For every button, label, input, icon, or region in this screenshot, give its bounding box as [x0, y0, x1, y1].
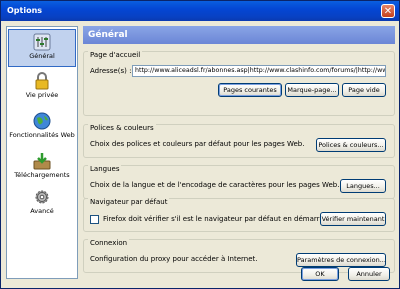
group-legend: Navigateur par défaut — [88, 198, 170, 206]
default-browser-group: Navigateur par défaut Firefox doit vérif… — [83, 198, 395, 232]
close-button[interactable]: ✕ — [381, 4, 395, 18]
options-window: Options ✕ Général Vie privée Fonctionnal… — [0, 0, 400, 289]
window-title: Options — [7, 6, 43, 15]
languages-group: Langues Choix de la langue et de l'encod… — [83, 165, 395, 199]
bookmark-button[interactable]: Marque-page... — [285, 83, 339, 97]
sidebar-item-label: Général — [29, 52, 55, 60]
close-icon: ✕ — [383, 6, 393, 17]
group-legend: Connexion — [88, 239, 130, 247]
homepage-address-field[interactable]: http://www.aliceadsl.fr/abonnes.asp|http… — [132, 65, 386, 77]
connection-description: Configuration du proxy pour accéder à In… — [90, 255, 258, 263]
default-browser-checkbox[interactable] — [90, 215, 99, 224]
sidebar-item-general[interactable]: Général — [8, 29, 76, 67]
group-legend: Polices & couleurs — [88, 124, 156, 132]
sidebar-item-label: Fonctionnalités Web — [9, 131, 75, 139]
use-current-pages-button[interactable]: Pages courantes — [218, 83, 282, 97]
group-legend: Langues — [88, 165, 122, 173]
title-bar[interactable]: Options ✕ — [1, 1, 399, 21]
fonts-description: Choix des polices et couleurs par défaut… — [90, 140, 305, 148]
fonts-colors-button[interactable]: Polices & couleurs... — [316, 138, 386, 152]
fonts-colors-group: Polices & couleurs Choix des polices et … — [83, 124, 395, 158]
sidebar-item-label: Avancé — [30, 207, 54, 215]
homepage-group: Page d'accueil Adresse(s) : http://www.a… — [83, 51, 395, 116]
sidebar-item-label: Vie privée — [25, 91, 59, 99]
connection-settings-button[interactable]: Paramètres de connexion... — [296, 253, 386, 267]
gears-icon — [35, 190, 49, 204]
default-browser-label: Firefox doit vérifier s'il est le naviga… — [103, 215, 334, 223]
sidebar-item-advanced[interactable]: Avancé — [8, 185, 76, 223]
languages-description: Choix de la langue et de l'encodage de c… — [90, 181, 340, 189]
main-panel: Général Page d'accueil Adresse(s) : http… — [83, 26, 395, 273]
page-title: Général — [83, 26, 395, 44]
sidebar: Général Vie privée Fonctionnalités Web T… — [6, 26, 78, 279]
cancel-button[interactable]: Annuler — [348, 267, 390, 281]
ok-button[interactable]: OK — [301, 267, 339, 281]
languages-button[interactable]: Langues... — [340, 179, 386, 193]
sidebar-item-downloads[interactable]: Téléchargements — [8, 149, 76, 187]
general-settings-icon — [33, 33, 51, 51]
globe-icon — [33, 112, 51, 130]
group-legend: Page d'accueil — [88, 51, 143, 59]
check-now-button[interactable]: Vérifier maintenant — [320, 212, 386, 226]
padlock-icon — [35, 72, 49, 90]
address-label: Adresse(s) : — [90, 67, 132, 75]
downloads-icon — [33, 153, 51, 170]
sidebar-item-label: Téléchargements — [14, 171, 70, 179]
blank-page-button[interactable]: Page vide — [342, 83, 386, 97]
sidebar-item-privacy[interactable]: Vie privée — [8, 69, 76, 107]
sidebar-item-web-features[interactable]: Fonctionnalités Web — [8, 109, 76, 147]
